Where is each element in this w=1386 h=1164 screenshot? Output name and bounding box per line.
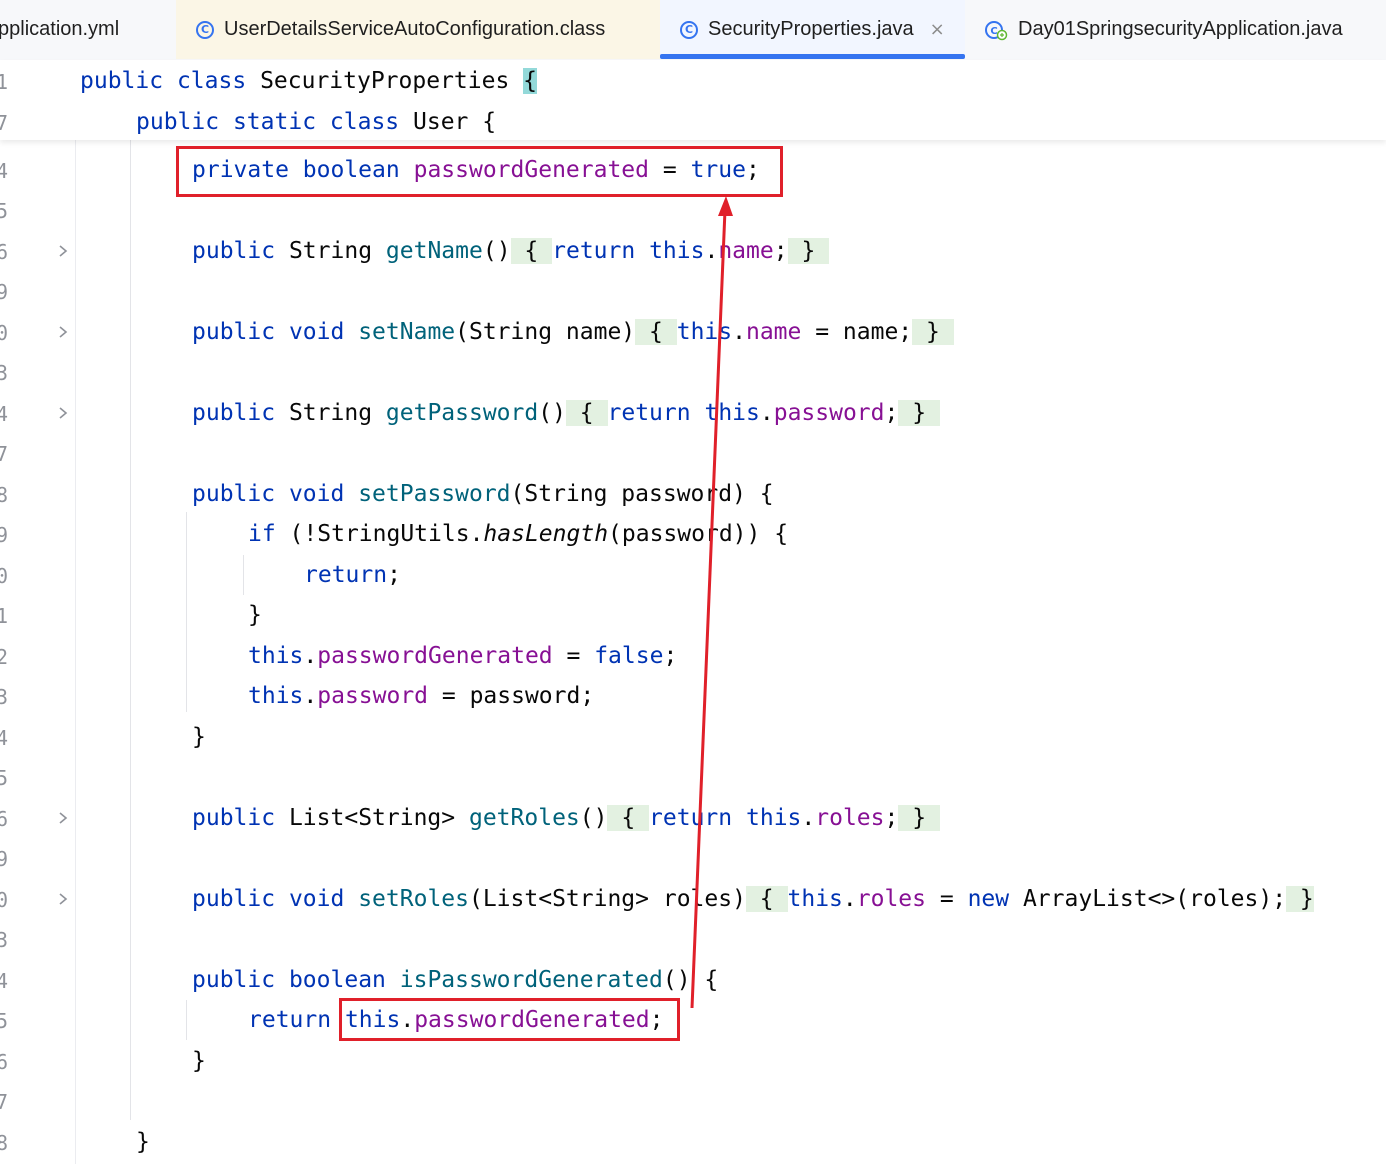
annotation-arrow [690, 196, 733, 1009]
